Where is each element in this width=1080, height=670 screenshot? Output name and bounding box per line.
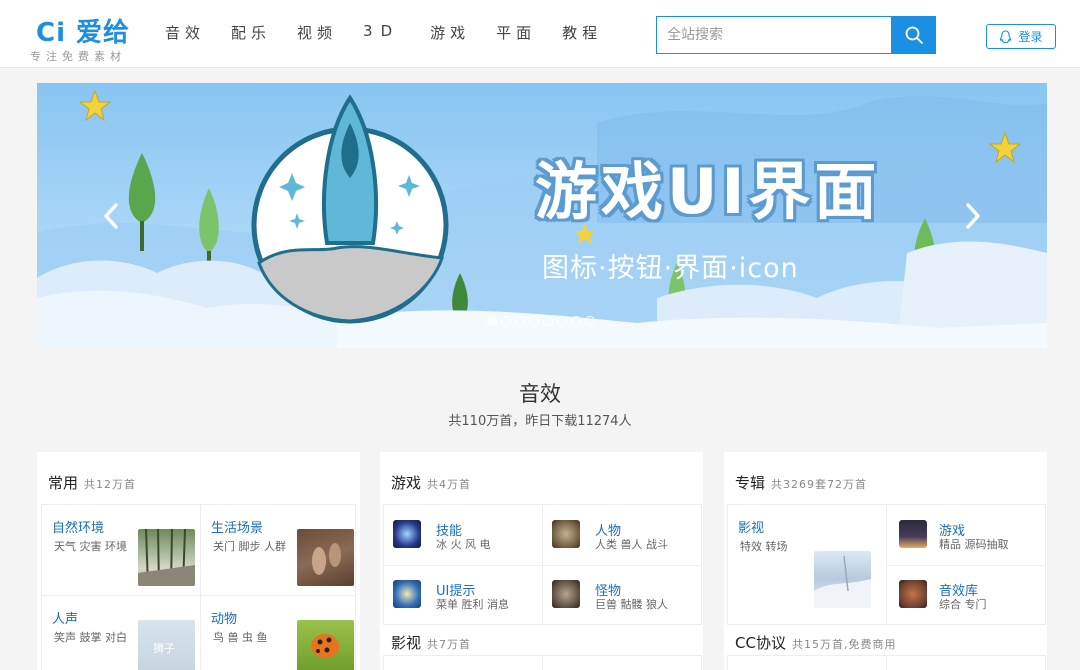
category-tile[interactable]	[542, 655, 702, 670]
album-tile-library[interactable]: 音效库 综合 专门	[886, 565, 1046, 625]
subsection-count: 共7万首	[427, 638, 472, 651]
album-tile-game[interactable]: 游戏 精品 源码抽取	[886, 504, 1046, 566]
category-tile-skill[interactable]: 技能 冰 火 风 电	[383, 504, 543, 566]
category-tile-character[interactable]: 人物 人类 兽人 战斗	[542, 504, 702, 566]
tile-tags: 笑声 鼓掌 对白	[54, 631, 127, 644]
chevron-left-icon[interactable]	[99, 201, 123, 231]
tile-name: 动物	[211, 612, 238, 627]
monster-icon	[552, 580, 580, 608]
search-icon	[905, 26, 923, 44]
card-title[interactable]: 专辑	[735, 474, 765, 492]
card-title[interactable]: 游戏	[391, 474, 421, 492]
subsection-header: 影视 共7万首	[391, 632, 471, 653]
carousel-dot[interactable]	[515, 316, 525, 326]
nav-item-sound[interactable]: 音效	[165, 22, 205, 43]
login-button[interactable]: 登录	[986, 24, 1056, 49]
film-thumbnail	[814, 551, 871, 608]
subsection-title[interactable]: CC协议	[735, 634, 786, 652]
nav-item-3d[interactable]: 3D	[363, 22, 400, 43]
carousel-dot[interactable]	[529, 316, 539, 326]
card-title[interactable]: 常用	[48, 474, 78, 492]
tile-tags: 鸟 兽 虫 鱼	[213, 631, 268, 644]
tile-tags: 精品 源码抽取	[939, 538, 1009, 551]
search-input[interactable]	[657, 17, 892, 53]
thumbnail-caption: 狮子	[153, 642, 175, 655]
category-tile-voice[interactable]: 人声 笑声 鼓掌 对白 狮子	[41, 595, 201, 670]
card-count: 共4万首	[427, 478, 472, 491]
chevron-right-icon[interactable]	[961, 201, 985, 231]
tile-tags: 冰 火 风 电	[436, 538, 491, 551]
category-tile-ui-alert[interactable]: UI提示 菜单 胜利 消息	[383, 565, 543, 625]
main-nav: 音效 配乐 视频 3D 游戏 平面 教程	[165, 22, 628, 43]
subsection-title[interactable]: 影视	[391, 634, 421, 652]
nav-item-video[interactable]: 视频	[297, 22, 337, 43]
nav-item-game[interactable]: 游戏	[430, 22, 470, 43]
card-game: 游戏 共4万首 技能 冰 火 风 电 人物 人类 兽人 战斗 UI提示 菜单 胜利…	[380, 452, 703, 670]
card-common: 常用 共12万首 自然环境 天气 灾害 环境 生活场景 关门 脚步 人群 人声 笑…	[37, 452, 360, 670]
login-label: 登录	[1018, 30, 1043, 44]
footsteps-thumbnail	[297, 529, 354, 586]
subsection-count: 共15万首,免费商用	[791, 638, 897, 651]
qq-icon	[1000, 29, 1012, 43]
top-header: Ci 爱给 专注免费素材 音效 配乐 视频 3D 游戏 平面 教程 登录	[0, 0, 1080, 68]
tile-name: 生活场景	[211, 521, 264, 536]
rocket-badge	[251, 94, 449, 324]
category-tile-monster[interactable]: 怪物 巨兽 骷髅 狼人	[542, 565, 702, 625]
tile-name: 自然环境	[52, 521, 105, 536]
category-tile[interactable]	[383, 655, 543, 670]
tile-tags: 关门 脚步 人群	[213, 540, 286, 553]
banner-subtitle: 图标·按钮·界面·icon	[542, 253, 799, 284]
library-album-icon	[899, 580, 927, 608]
card-header: 专辑 共3269套72万首	[735, 472, 867, 493]
ui-alert-icon	[393, 580, 421, 608]
game-album-icon	[899, 520, 927, 548]
ladybug-thumbnail	[297, 620, 354, 670]
voice-thumbnail: 狮子	[138, 620, 195, 670]
carousel-dots	[487, 316, 599, 326]
tile-tags: 人类 兽人 战斗	[595, 538, 668, 551]
card-header: 游戏 共4万首	[391, 472, 471, 493]
section-title: 音效	[519, 382, 561, 406]
category-tile-animal[interactable]: 动物 鸟 兽 虫 鱼	[200, 595, 356, 670]
nav-item-music[interactable]: 配乐	[231, 22, 271, 43]
section-subtitle: 共110万首，昨日下载11274人	[448, 414, 632, 429]
tile-name: 人声	[52, 612, 79, 627]
tile-name: 影视	[738, 521, 765, 536]
search-button[interactable]	[891, 16, 936, 54]
forest-thumbnail	[138, 529, 195, 586]
tile-tags: 巨兽 骷髅 狼人	[595, 598, 668, 611]
logo-text: Ci 爱给	[36, 18, 131, 48]
carousel-dot[interactable]	[501, 316, 511, 326]
card-count: 共12万首	[84, 478, 137, 491]
nav-item-graphic[interactable]: 平面	[496, 22, 536, 43]
skill-icon	[393, 520, 421, 548]
album-tile-film[interactable]: 影视 特效 转场	[727, 504, 887, 625]
site-logo[interactable]: Ci 爱给 专注免费素材	[30, 12, 140, 64]
subsection-header: CC协议 共15万首,免费商用	[735, 632, 896, 653]
tile-tags: 综合 专门	[939, 598, 987, 611]
tile-tags: 天气 灾害 环境	[54, 540, 127, 553]
carousel-dot[interactable]	[585, 316, 595, 326]
nav-item-tutorial[interactable]: 教程	[562, 22, 602, 43]
logo-tagline: 专注免费素材	[30, 50, 126, 63]
character-icon	[552, 520, 580, 548]
tile-tags: 菜单 胜利 消息	[436, 598, 509, 611]
carousel-dot[interactable]	[487, 316, 497, 326]
banner-title: 游戏UI界面	[535, 155, 881, 228]
card-count: 共3269套72万首	[771, 478, 868, 491]
carousel-dot[interactable]	[571, 316, 581, 326]
carousel-dot[interactable]	[543, 316, 553, 326]
category-tile-nature[interactable]: 自然环境 天气 灾害 环境	[41, 504, 201, 596]
search-box	[656, 16, 936, 54]
carousel-dot[interactable]	[557, 316, 567, 326]
card-album: 专辑 共3269套72万首 影视 特效 转场 游戏 精品 源码抽取 音效库 综合 …	[724, 452, 1047, 670]
card-header: 常用 共12万首	[48, 472, 136, 493]
category-tile[interactable]	[886, 655, 1046, 670]
category-tile[interactable]	[727, 655, 887, 670]
tile-tags: 特效 转场	[740, 540, 788, 553]
hero-banner[interactable]: 游戏UI界面 图标·按钮·界面·icon	[37, 83, 1047, 348]
category-tile-life[interactable]: 生活场景 关门 脚步 人群	[200, 504, 356, 596]
